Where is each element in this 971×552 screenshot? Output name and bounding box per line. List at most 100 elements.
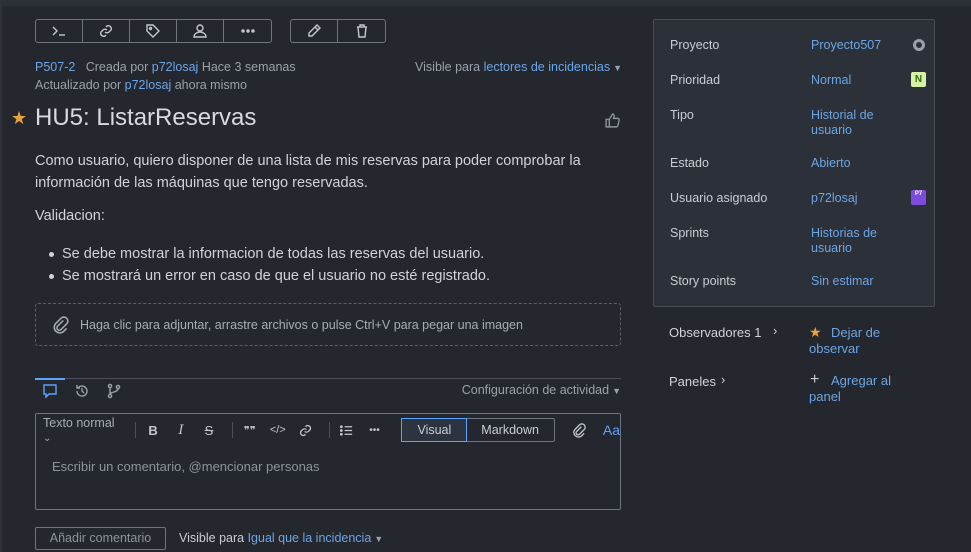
code-icon: </> [269, 424, 286, 436]
caret-down-icon: ▼ [374, 534, 384, 544]
add-to-board-button[interactable]: Agregar al panel [809, 373, 909, 405]
more-button[interactable] [224, 20, 271, 42]
user-icon [193, 24, 207, 38]
visibility-selector[interactable]: Visible para lectores de incidencias ▼ [415, 60, 622, 74]
toolbar-divider [231, 422, 233, 438]
detail-value-story-points[interactable]: Sin estimar [811, 274, 901, 289]
detail-value-status[interactable]: Abierto [811, 156, 901, 171]
pencil-icon [308, 24, 321, 37]
editor-toolbar: Texto normal ⌄ B I S ❞❞ </> ••• Visual M… [36, 414, 620, 446]
issue-title[interactable]: HU5: ListarReservas [35, 104, 256, 132]
toolbar-divider [328, 422, 330, 438]
bold-icon: B [148, 422, 158, 438]
list-icon [340, 424, 353, 436]
chevron-down-icon: ⌄ [43, 433, 52, 444]
paperclip-icon [573, 422, 587, 438]
delete-button[interactable] [338, 20, 385, 42]
edit-toolbar [290, 19, 386, 43]
bold-button[interactable]: B [142, 419, 164, 441]
detail-label-status: Estado [670, 156, 709, 170]
visibility-prefix: Visible para [415, 60, 481, 74]
detail-value-assignee[interactable]: p72losaj [811, 191, 901, 206]
detail-label-project: Proyecto [670, 38, 720, 52]
trash-icon [356, 24, 367, 38]
more-format-button[interactable]: ••• [364, 419, 386, 441]
quote-button[interactable]: ❞❞ [239, 419, 261, 441]
like-button[interactable] [604, 112, 621, 134]
text-format-button[interactable]: Aa [603, 422, 620, 438]
creator-link[interactable]: p72losaj [152, 60, 199, 74]
italic-icon: I [178, 422, 184, 438]
left-edge [0, 0, 2, 552]
edit-button[interactable] [291, 20, 338, 42]
comment-visibility-value[interactable]: Igual que la incidencia [248, 531, 372, 545]
detail-label-story-points: Story points [670, 274, 737, 288]
quote-icon: ❞❞ [243, 424, 256, 437]
unwatch-button[interactable]: Dejar de observar [809, 325, 909, 357]
tab-history[interactable] [67, 379, 97, 403]
top-bar-fade [0, 0, 971, 6]
paperclip-icon [53, 315, 69, 334]
assign-button[interactable] [177, 20, 224, 42]
detail-label-type: Tipo [670, 108, 694, 122]
link-icon [300, 424, 312, 436]
tab-comments[interactable] [35, 378, 65, 402]
updated-prefix: Actualizado por [35, 78, 122, 92]
more-icon: ••• [369, 424, 380, 436]
created-info: P507-2 Creada por p72losaj Hace 3 semana… [35, 60, 296, 74]
watchers-count: 1 [754, 325, 762, 340]
created-when: Hace 3 semanas [201, 60, 296, 74]
chevron-right-icon[interactable]: › [773, 323, 777, 338]
terminal-button[interactable] [36, 20, 83, 42]
italic-button[interactable]: I [170, 419, 192, 441]
attach-button[interactable] [569, 419, 591, 441]
thumbs-up-icon [605, 113, 620, 128]
boards-label[interactable]: Paneles [669, 374, 716, 389]
issue-toolbar [35, 19, 272, 43]
list-item: Se mostrará un error en caso de que el u… [49, 265, 490, 287]
comment-editor: Texto normal ⌄ B I S ❞❞ </> ••• Visual M… [35, 413, 621, 510]
gear-icon[interactable] [913, 39, 925, 51]
attachment-dropzone[interactable]: Haga clic para adjuntar, arrastre archiv… [35, 303, 621, 346]
activity-config-label: Configuración de actividad [461, 383, 610, 397]
detail-label-sprints: Sprints [670, 226, 709, 240]
terminal-icon [52, 26, 65, 36]
code-button[interactable]: </> [267, 419, 289, 441]
issue-key[interactable]: P507-2 [35, 60, 75, 74]
text-style-select[interactable]: Texto normal ⌄ [43, 416, 119, 444]
link-icon [100, 25, 112, 37]
activity-config[interactable]: Configuración de actividad ▼ [462, 383, 621, 397]
bullet-list-button[interactable] [336, 419, 358, 441]
detail-value-project[interactable]: Proyecto507 [811, 38, 901, 53]
detail-value-priority[interactable]: Normal [811, 73, 901, 88]
list-item: Se debe mostrar la informacion de todas … [49, 243, 490, 265]
link-insert-button[interactable] [295, 419, 317, 441]
caret-down-icon: ▼ [612, 386, 621, 396]
attachment-hint: Haga clic para adjuntar, arrastre archiv… [80, 317, 523, 332]
tag-button[interactable] [130, 20, 177, 42]
mode-markdown-button[interactable]: Markdown [466, 419, 554, 441]
detail-value-sprints[interactable]: Historias de usuario [811, 226, 901, 256]
tab-commits[interactable] [99, 379, 129, 403]
updater-link[interactable]: p72losaj [125, 78, 172, 92]
star-icon[interactable]: ★ [11, 108, 27, 129]
comment-visibility-prefix: Visible para [179, 531, 245, 545]
detail-label-assignee: Usuario asignado [670, 191, 768, 205]
detail-value-type[interactable]: Historial de usuario [811, 108, 901, 138]
chevron-right-icon[interactable]: › [721, 372, 725, 387]
visibility-value[interactable]: lectores de incidencias [484, 60, 610, 74]
watchers-toggle[interactable]: Observadores 1 [669, 325, 762, 340]
branch-icon [107, 383, 121, 399]
validation-list: Se debe mostrar la informacion de todas … [49, 243, 490, 287]
more-icon [240, 29, 255, 33]
add-comment-button[interactable]: Añadir comentario [35, 527, 166, 550]
strikethrough-button[interactable]: S [198, 419, 220, 441]
created-prefix: Creada por [85, 60, 149, 74]
watchers-label: Observadores [669, 325, 751, 340]
comment-visibility[interactable]: Visible para Igual que la incidencia ▼ [179, 531, 383, 545]
validation-heading: Validacion: [35, 208, 105, 224]
comment-icon [43, 384, 57, 399]
mode-visual-button[interactable]: Visual [401, 418, 468, 442]
link-button[interactable] [83, 20, 130, 42]
comment-input[interactable]: Escribir un comentario, @mencionar perso… [52, 459, 320, 474]
